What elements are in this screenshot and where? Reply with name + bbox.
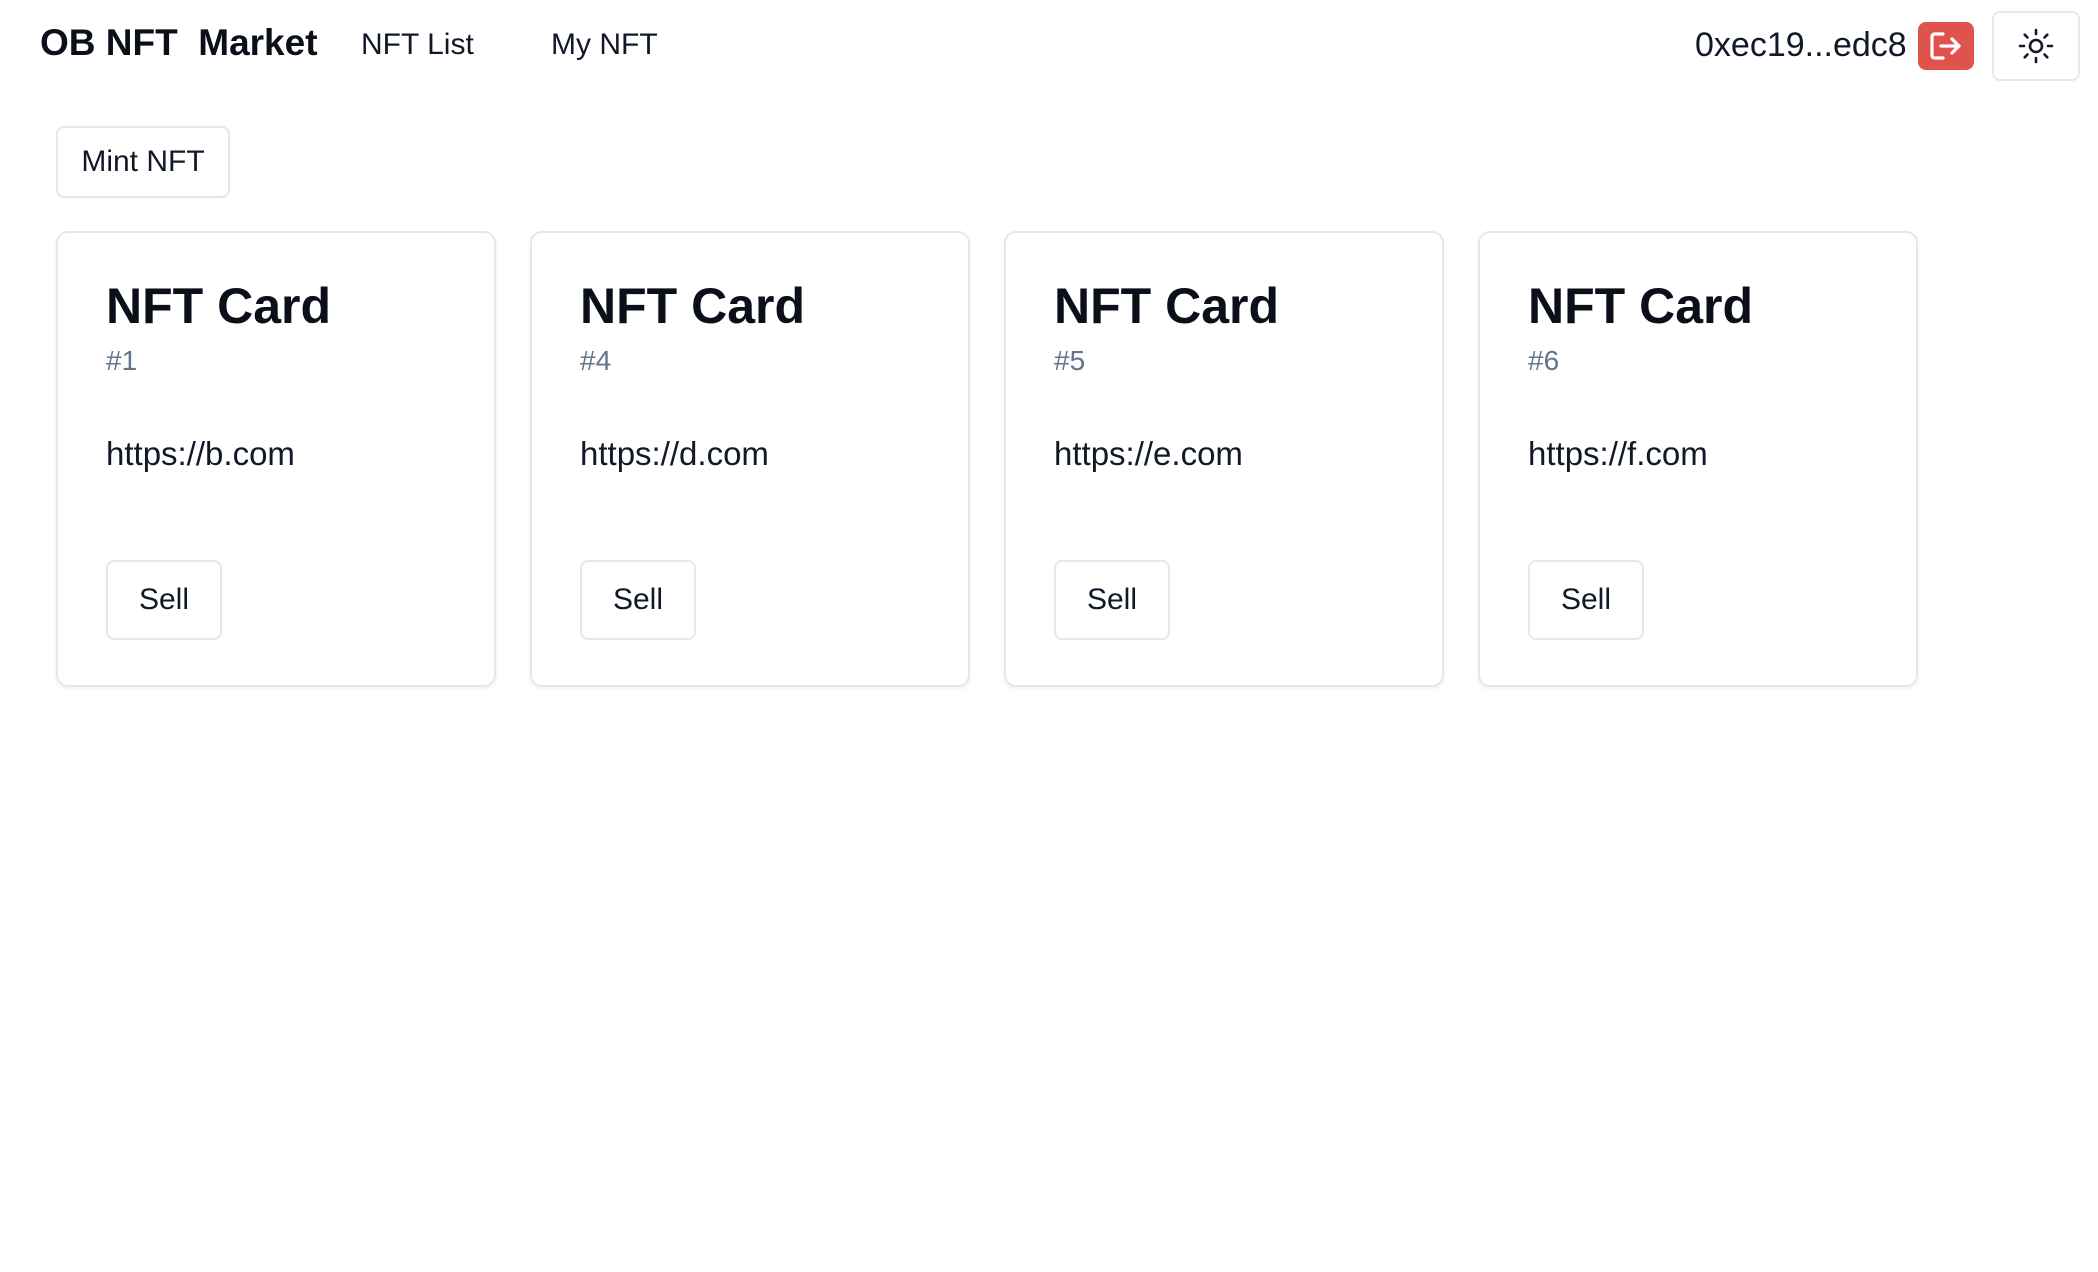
- nft-card-title: NFT Card: [580, 278, 805, 334]
- nft-card-url: https://e.com: [1054, 435, 1243, 472]
- nft-card: NFT Card #5 https://e.com Sell: [1004, 231, 1444, 687]
- nft-card-list: NFT Card #1 https://b.com Sell NFT Card …: [56, 231, 1918, 687]
- nft-card-title: NFT Card: [1054, 278, 1279, 334]
- mint-nft-button[interactable]: Mint NFT: [56, 126, 230, 198]
- nft-card-url: https://d.com: [580, 435, 769, 472]
- app-brand-title[interactable]: OB NFT Market: [40, 22, 318, 64]
- top-navigation-bar: OB NFT Market NFT List My NFT 0xec19...e…: [0, 0, 2098, 92]
- wallet-address: 0xec19...edc8: [1695, 26, 1907, 64]
- nft-card: NFT Card #4 https://d.com Sell: [530, 231, 970, 687]
- logout-icon: [1930, 32, 1961, 60]
- sell-button[interactable]: Sell: [1054, 560, 1170, 640]
- nft-card-url: https://b.com: [106, 435, 295, 472]
- sell-button[interactable]: Sell: [1528, 560, 1644, 640]
- nft-card-id: #1: [106, 345, 138, 376]
- nft-card-id: #5: [1054, 345, 1086, 376]
- nft-card-title: NFT Card: [106, 278, 331, 334]
- logout-button[interactable]: [1918, 22, 1974, 70]
- nft-card-id: #6: [1528, 345, 1560, 376]
- nav-link-nft-list[interactable]: NFT List: [361, 28, 474, 62]
- sell-button[interactable]: Sell: [106, 560, 222, 640]
- nft-card-id: #4: [580, 345, 612, 376]
- nft-card-url: https://f.com: [1528, 435, 1708, 472]
- nft-card-title: NFT Card: [1528, 278, 1753, 334]
- sun-icon: [2018, 28, 2054, 64]
- sell-button[interactable]: Sell: [580, 560, 696, 640]
- theme-toggle-button[interactable]: [1992, 11, 2080, 81]
- nav-link-my-nft[interactable]: My NFT: [551, 28, 658, 62]
- nft-card: NFT Card #6 https://f.com Sell: [1478, 231, 1918, 687]
- nft-card: NFT Card #1 https://b.com Sell: [56, 231, 496, 687]
